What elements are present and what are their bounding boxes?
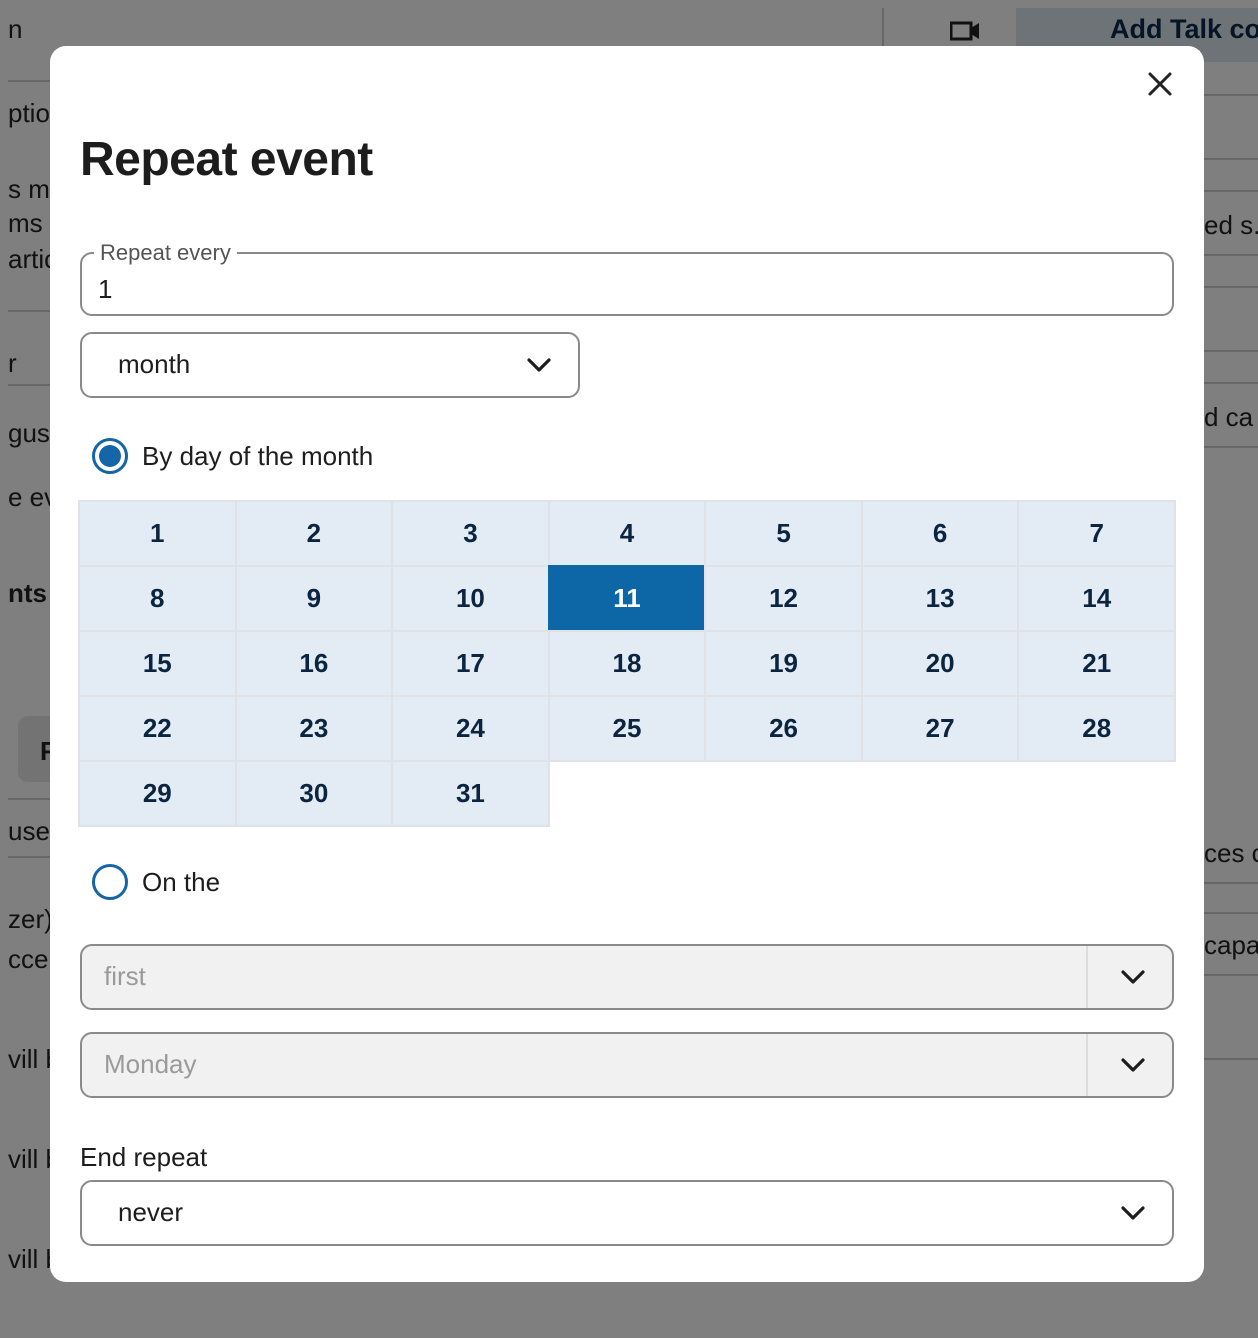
frequency-select-value: month — [118, 349, 191, 379]
radio-unchecked-icon[interactable] — [92, 864, 128, 900]
day-cell[interactable]: 21 — [1017, 630, 1176, 697]
ordinal-select-value: first — [104, 961, 146, 991]
close-button[interactable] — [1140, 66, 1180, 106]
day-cell[interactable]: 1 — [78, 500, 237, 567]
day-cell[interactable]: 14 — [1017, 565, 1176, 632]
day-cell[interactable]: 11 — [547, 565, 707, 632]
by-day-of-month-label: By day of the month — [142, 440, 374, 471]
day-cell[interactable]: 3 — [391, 500, 550, 567]
day-cell[interactable]: 13 — [860, 565, 1020, 632]
select-separator — [1086, 946, 1088, 1008]
day-cell[interactable]: 31 — [391, 760, 550, 827]
chevron-down-icon — [1120, 968, 1146, 986]
day-cell[interactable]: 18 — [547, 630, 707, 697]
day-cell[interactable]: 9 — [234, 565, 394, 632]
end-repeat-select[interactable]: never — [80, 1180, 1174, 1246]
day-cell[interactable]: 4 — [547, 500, 707, 567]
chevron-down-icon — [526, 356, 552, 374]
day-of-month-grid: 1 2 3 4 5 6 7 8 9 10 11 12 13 14 15 16 17 18 19 20 21 22 23 24 2… — [78, 500, 1176, 827]
select-separator — [1086, 1034, 1088, 1096]
chevron-down-icon — [1120, 1056, 1146, 1074]
close-icon — [1147, 71, 1173, 102]
ordinal-select[interactable]: first — [80, 944, 1174, 1010]
day-cell[interactable]: 2 — [234, 500, 394, 567]
day-cell[interactable]: 28 — [1017, 695, 1176, 762]
day-cell[interactable]: 25 — [547, 695, 707, 762]
repeat-every-label: Repeat every — [94, 240, 237, 266]
radio-checked-icon[interactable] — [92, 438, 128, 474]
dialog-title: Repeat event — [80, 133, 373, 186]
end-repeat-label: End repeat — [80, 1142, 208, 1172]
day-cell[interactable]: 26 — [704, 695, 863, 762]
day-cell[interactable]: 15 — [78, 630, 237, 697]
repeat-event-dialog: Repeat event Repeat every month By day o… — [50, 46, 1204, 1282]
day-cell[interactable]: 5 — [704, 500, 863, 567]
day-cell[interactable]: 6 — [860, 500, 1020, 567]
on-the-option[interactable]: On the — [92, 864, 220, 900]
day-cell[interactable]: 24 — [391, 695, 550, 762]
by-day-of-month-option[interactable]: By day of the month — [92, 438, 373, 474]
weekday-select[interactable]: Monday — [80, 1032, 1174, 1098]
day-cell[interactable]: 16 — [234, 630, 394, 697]
day-cell[interactable]: 8 — [78, 565, 237, 632]
repeat-every-input[interactable] — [98, 274, 1138, 305]
on-the-label: On the — [142, 866, 221, 897]
day-cell[interactable]: 29 — [78, 760, 237, 827]
day-cell[interactable]: 12 — [704, 565, 863, 632]
day-cell[interactable]: 19 — [704, 630, 863, 697]
day-cell[interactable]: 23 — [234, 695, 394, 762]
day-cell[interactable]: 7 — [1017, 500, 1176, 567]
day-cell[interactable]: 30 — [234, 760, 394, 827]
day-cell[interactable]: 27 — [860, 695, 1020, 762]
day-cell[interactable]: 20 — [860, 630, 1020, 697]
chevron-down-icon — [1120, 1204, 1146, 1222]
day-cell[interactable]: 17 — [391, 630, 550, 697]
day-cell[interactable]: 22 — [78, 695, 237, 762]
day-cell[interactable]: 10 — [391, 565, 550, 632]
weekday-select-value: Monday — [104, 1049, 197, 1079]
repeat-every-field[interactable]: Repeat every — [80, 240, 1174, 316]
frequency-select[interactable]: month — [80, 332, 580, 398]
end-repeat-select-value: never — [118, 1197, 184, 1227]
